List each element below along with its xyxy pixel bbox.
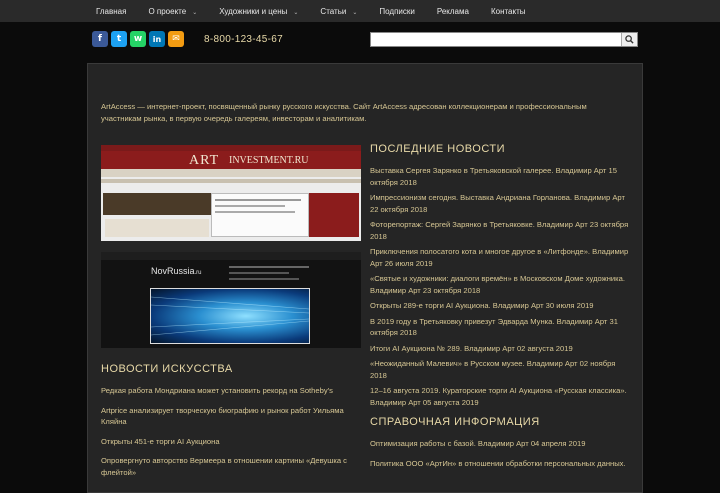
nav-advertising[interactable]: Реклама — [437, 7, 469, 16]
art-news-list: Редкая работа Мондриана может установить… — [101, 385, 361, 486]
nav-about-label: О проекте — [148, 6, 187, 16]
news-item[interactable]: Приключения полосатого кота и многое дру… — [370, 246, 630, 269]
nav-items: Главная О проекте ⌄ Художники и цены ⌄ Ста… — [96, 0, 548, 22]
banner-image — [150, 288, 310, 344]
email-icon[interactable]: ✉ — [168, 31, 184, 47]
chevron-down-icon: ⌄ — [293, 9, 299, 16]
reference-item[interactable]: Политика ООО «АртИн» в отношении обработ… — [370, 458, 630, 470]
nav-about[interactable]: О проекте ⌄ — [148, 7, 197, 16]
nav-contacts[interactable]: Контакты — [491, 7, 526, 16]
reference-item[interactable]: Оптимизация работы с базой. Владимир Арт… — [370, 438, 630, 450]
nav-home[interactable]: Главная — [96, 7, 126, 16]
news-item[interactable]: 12–16 августа 2019. Кураторские торги AI… — [370, 385, 630, 408]
latest-news-list: Выставка Сергея Зарянко в Третьяковской … — [370, 165, 630, 473]
data-stream-image — [150, 296, 310, 336]
facebook-icon[interactable]: f — [92, 31, 108, 47]
art-news-item[interactable]: Редкая работа Мондриана может установить… — [101, 385, 361, 397]
news-item[interactable]: «Неожиданный Малевич» в Русском музее. В… — [370, 358, 630, 381]
news-item[interactable]: В 2019 году в Третьяковку привезут Эдвар… — [370, 316, 630, 339]
banner-logo: ART — [189, 153, 220, 168]
social-links: f t w in ✉ — [92, 31, 184, 47]
nav-articles[interactable]: Статьи ⌄ — [320, 7, 357, 16]
nav-subscriptions-label: Подписки — [379, 6, 415, 16]
art-news-item[interactable]: Опровергнуто авторство Вермеера в отноше… — [101, 455, 361, 478]
nav-home-label: Главная — [96, 6, 127, 16]
search-box — [370, 32, 638, 50]
reference-title: СПРАВОЧНАЯ ИНФОРМАЦИЯ — [370, 416, 540, 428]
art-news-title: НОВОСТИ ИСКУССТВА — [101, 363, 233, 375]
news-item[interactable]: Фоторепортаж: Сергей Зарянко в Третьяков… — [370, 219, 630, 242]
artinvestment-banner[interactable]: ART INVESTMENT.RU — [101, 145, 361, 241]
art-news-item[interactable]: Открыты 451-е торги AI Аукциона — [101, 436, 361, 448]
linkedin-icon[interactable]: in — [149, 31, 165, 47]
latest-news-title: ПОСЛЕДНИЕ НОВОСТИ — [370, 143, 506, 155]
top-navigation: Главная О проекте ⌄ Художники и цены ⌄ Ста… — [0, 0, 720, 22]
nav-contacts-label: Контакты — [490, 6, 526, 16]
news-item[interactable]: Импрессионизм сегодня. Выставка Андриана… — [370, 192, 630, 215]
search-input[interactable] — [371, 37, 627, 50]
nav-subscriptions[interactable]: Подписки — [379, 7, 414, 16]
news-item[interactable]: «Святые и художники: диалоги времён» в М… — [370, 273, 630, 296]
banner-logo-suffix: INVESTMENT.RU — [229, 155, 309, 166]
chevron-down-icon: ⌄ — [352, 9, 358, 16]
nav-artists[interactable]: Художники и цены ⌄ — [219, 7, 298, 16]
nav-advertising-label: Реклама — [436, 6, 469, 16]
whatsapp-icon[interactable]: w — [130, 31, 146, 47]
intro-text: ArtAccess — интернет-проект, посвященный… — [101, 102, 587, 123]
news-item[interactable]: Итоги AI Аукциона № 289. Владимир Арт 02… — [370, 343, 630, 355]
phone-number[interactable]: 8-800-123-45-67 — [204, 34, 283, 45]
search-icon — [625, 35, 634, 44]
twitter-icon[interactable]: t — [111, 31, 127, 47]
banner-logo: NovRussia.ru — [151, 266, 202, 276]
nav-artists-label: Художники и цены — [219, 6, 288, 16]
banner-logo-suffix: .ru — [194, 270, 202, 276]
banner-logo-text: NovRussia — [151, 266, 195, 276]
main-content: ArtAccess — интернет-проект, посвященный… — [87, 63, 643, 493]
search-button[interactable] — [621, 33, 637, 46]
news-item[interactable]: Выставка Сергея Зарянко в Третьяковской … — [370, 165, 630, 188]
chevron-down-icon: ⌄ — [192, 9, 198, 16]
news-item[interactable]: Открыты 289-е торги AI Аукциона. Владими… — [370, 300, 630, 312]
nav-articles-label: Статьи — [320, 6, 347, 16]
art-news-item[interactable]: Artprice анализирует творческую биографи… — [101, 405, 361, 428]
novrussia-banner[interactable]: NovRussia.ru — [101, 252, 361, 348]
